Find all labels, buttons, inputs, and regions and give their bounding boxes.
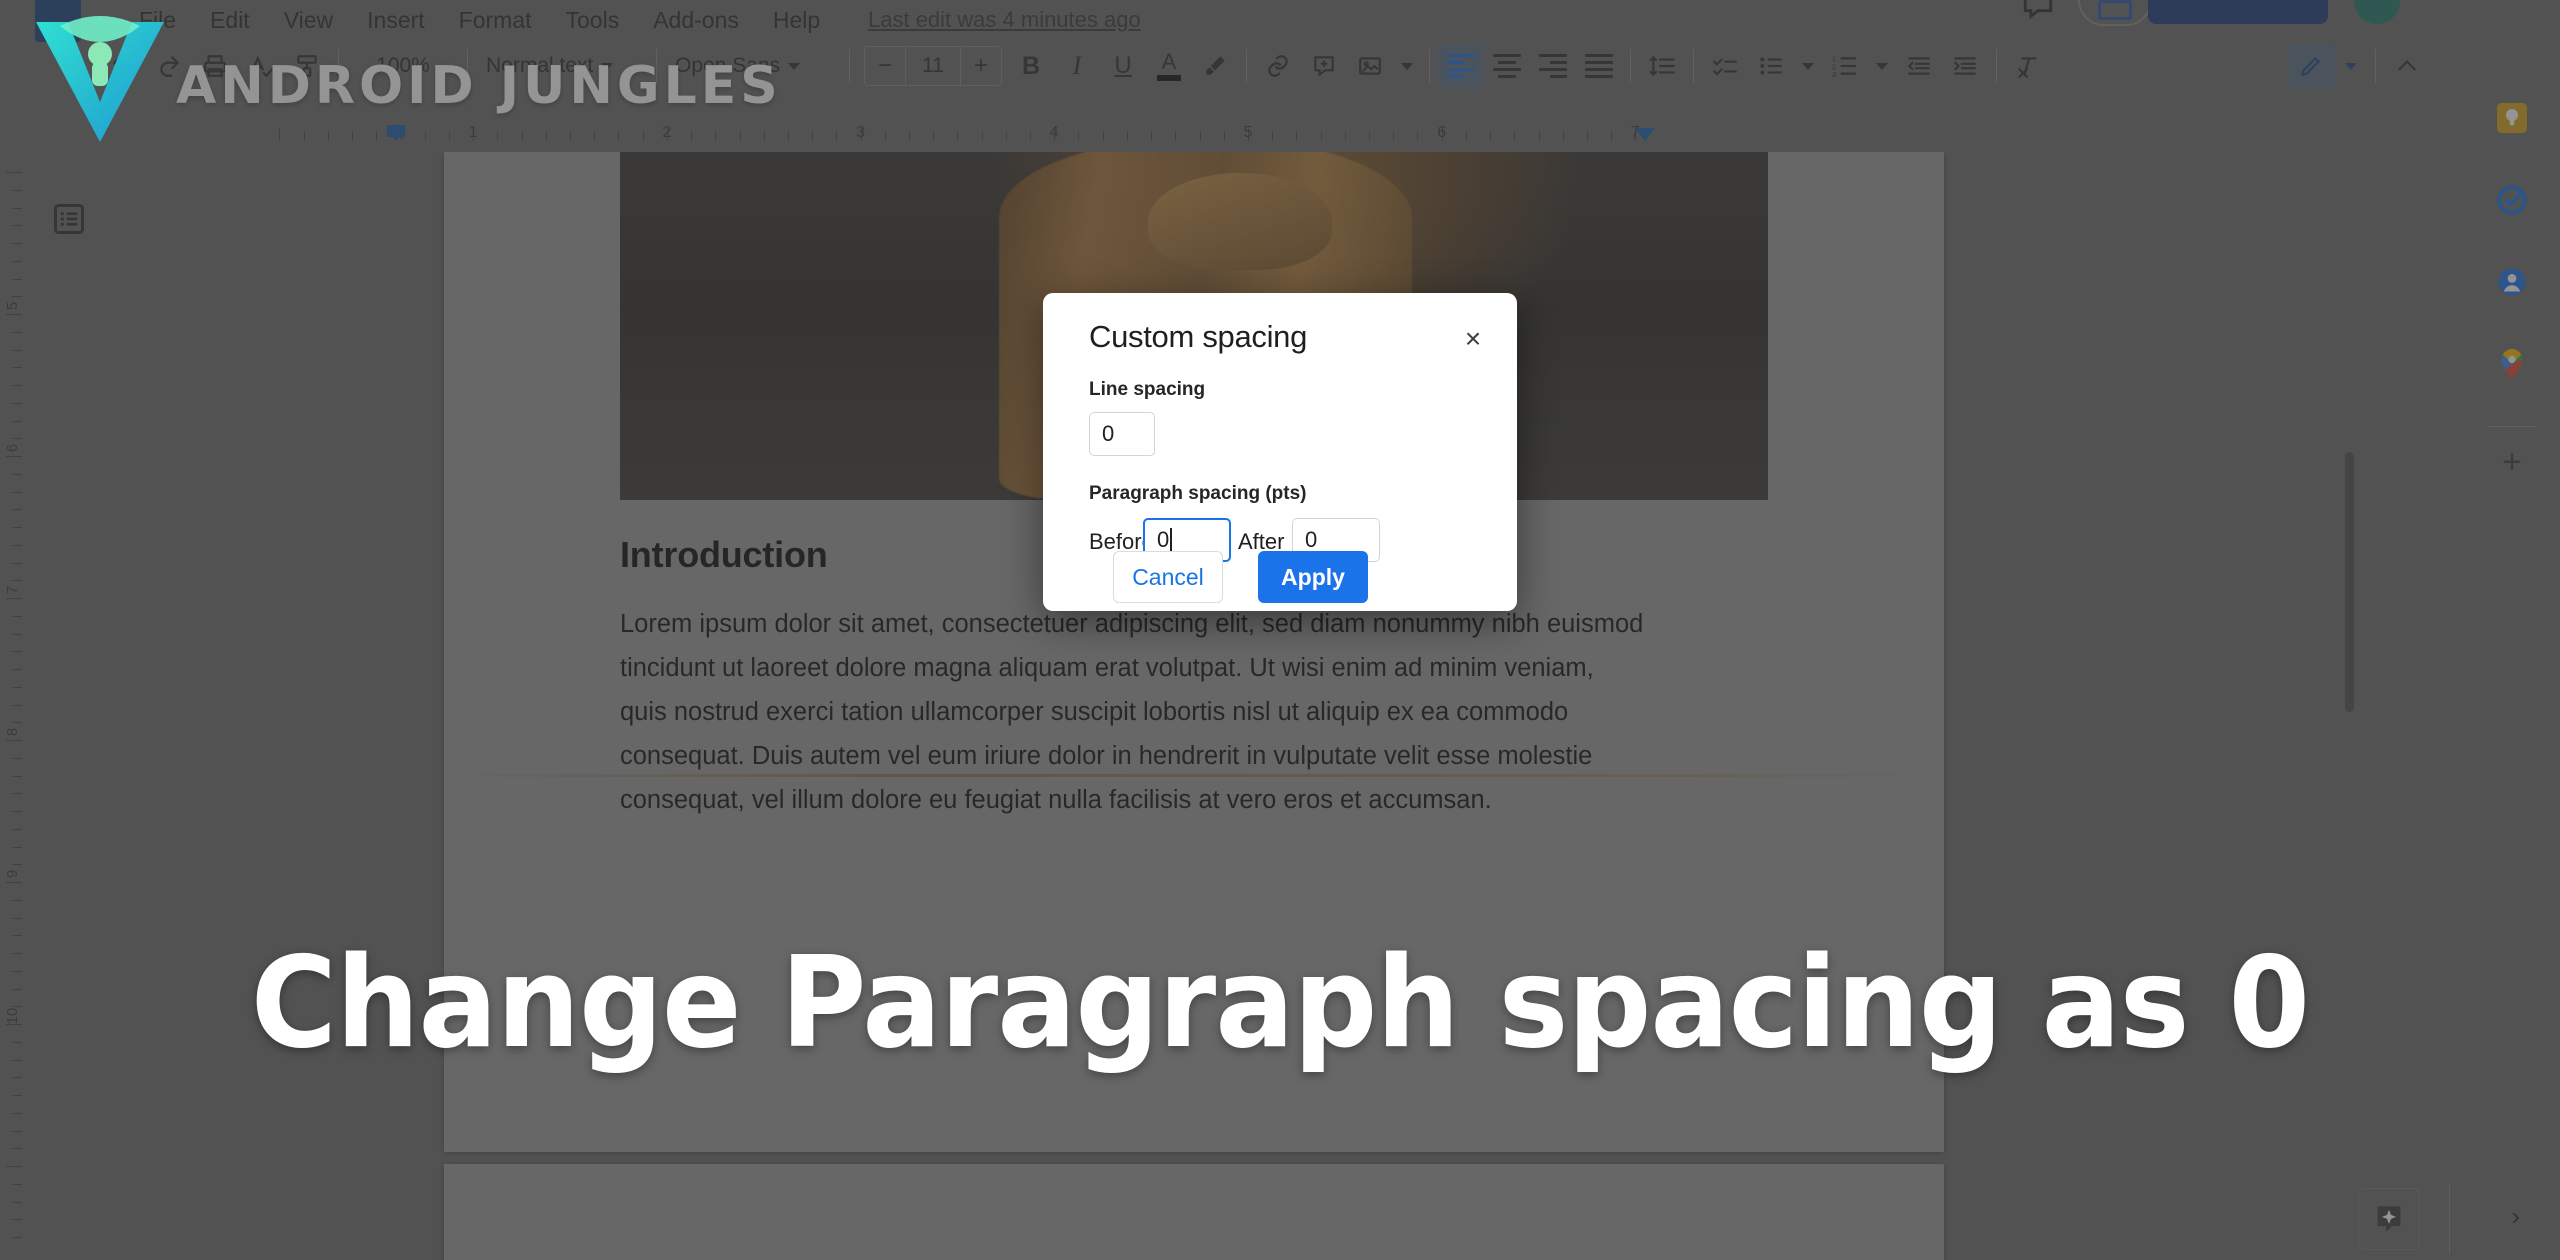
paragraph-spacing-label: Paragraph spacing (pts): [1089, 483, 1307, 504]
close-icon[interactable]: ×: [1457, 323, 1489, 355]
cancel-button[interactable]: Cancel: [1113, 551, 1223, 603]
modal-layer: Custom spacing × Line spacing 0 Paragrap…: [0, 0, 2560, 1260]
after-value: 0: [1305, 527, 1318, 552]
dialog-title: Custom spacing: [1089, 319, 1308, 354]
screen-root: File Edit View Insert Format Tools Add-o…: [0, 0, 2560, 1260]
apply-button[interactable]: Apply: [1258, 551, 1368, 603]
text-cursor: [1170, 528, 1173, 552]
before-value: 0: [1157, 527, 1170, 552]
custom-spacing-dialog: Custom spacing × Line spacing 0 Paragrap…: [1043, 293, 1517, 611]
line-spacing-label: Line spacing: [1089, 379, 1206, 400]
line-spacing-value: 0: [1102, 421, 1115, 446]
line-spacing-input[interactable]: 0: [1089, 412, 1155, 456]
